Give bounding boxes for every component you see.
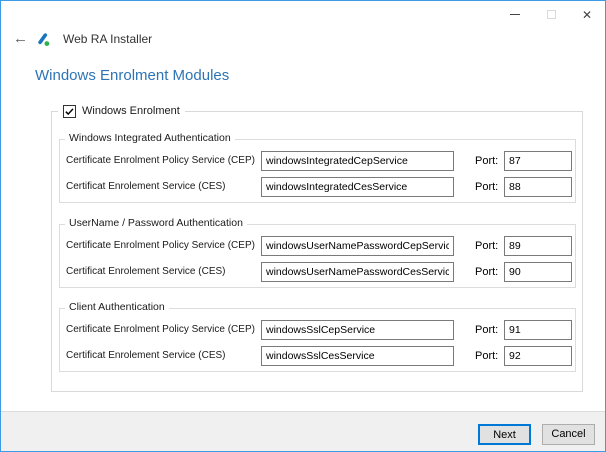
group-client-auth: Client Authentication Certificate Enrolm… bbox=[59, 308, 576, 372]
page-title: Windows Enrolment Modules bbox=[35, 67, 229, 84]
ces-label: Certificat Enrolement Service (CES) bbox=[66, 177, 226, 197]
checkmark-icon bbox=[64, 106, 75, 117]
maximize-button bbox=[533, 1, 569, 28]
integrated-cep-service-input[interactable] bbox=[261, 151, 454, 171]
cancel-button[interactable]: Cancel bbox=[542, 424, 595, 445]
ssl-ces-service-input[interactable] bbox=[261, 346, 454, 366]
userpass-cep-port-input[interactable] bbox=[504, 236, 572, 256]
cep-row: Certificate Enrolment Policy Service (CE… bbox=[66, 236, 571, 256]
app-title: Web RA Installer bbox=[59, 32, 152, 46]
footer: Next Cancel bbox=[1, 411, 605, 451]
header: ← Web RA Installer bbox=[13, 30, 152, 48]
cep-row: Certificate Enrolment Policy Service (CE… bbox=[66, 320, 571, 340]
ces-row: Certificat Enrolement Service (CES) Port… bbox=[66, 346, 571, 366]
ces-label: Certificat Enrolement Service (CES) bbox=[66, 346, 226, 366]
ssl-ces-port-input[interactable] bbox=[504, 346, 572, 366]
port-label: Port: bbox=[475, 346, 498, 366]
group-windows-integrated-auth: Windows Integrated Authentication Certif… bbox=[59, 139, 576, 203]
cep-label: Certificate Enrolment Policy Service (CE… bbox=[66, 151, 255, 171]
ssl-cep-service-input[interactable] bbox=[261, 320, 454, 340]
app-logo-icon bbox=[36, 32, 51, 47]
cep-label: Certificate Enrolment Policy Service (CE… bbox=[66, 320, 255, 340]
installer-window: ✕ ← Web RA Installer Windows Enrolment M… bbox=[0, 0, 606, 452]
ssl-cep-port-input[interactable] bbox=[504, 320, 572, 340]
back-button[interactable]: ← bbox=[13, 30, 28, 48]
cep-row: Certificate Enrolment Policy Service (CE… bbox=[66, 151, 571, 171]
ces-row: Certificat Enrolement Service (CES) Port… bbox=[66, 262, 571, 282]
group-title: Client Authentication bbox=[65, 301, 169, 313]
windows-enrolment-checkbox[interactable] bbox=[63, 105, 76, 118]
ces-row: Certificat Enrolement Service (CES) Port… bbox=[66, 177, 571, 197]
userpass-ces-port-input[interactable] bbox=[504, 262, 572, 282]
titlebar: ✕ bbox=[1, 1, 605, 29]
windows-enrolment-checkbox-label: Windows Enrolment bbox=[82, 105, 180, 117]
userpass-ces-service-input[interactable] bbox=[261, 262, 454, 282]
userpass-cep-service-input[interactable] bbox=[261, 236, 454, 256]
group-title: Windows Integrated Authentication bbox=[65, 132, 235, 144]
group-title: UserName / Password Authentication bbox=[65, 217, 247, 229]
integrated-ces-port-input[interactable] bbox=[504, 177, 572, 197]
port-label: Port: bbox=[475, 262, 498, 282]
caption-buttons: ✕ bbox=[497, 1, 605, 28]
group-username-password-auth: UserName / Password Authentication Certi… bbox=[59, 224, 576, 288]
windows-enrolment-legend: Windows Enrolment bbox=[58, 103, 185, 119]
port-label: Port: bbox=[475, 236, 498, 256]
port-label: Port: bbox=[475, 151, 498, 171]
maximize-icon bbox=[547, 10, 556, 19]
integrated-ces-service-input[interactable] bbox=[261, 177, 454, 197]
next-button[interactable]: Next bbox=[478, 424, 531, 445]
close-button[interactable]: ✕ bbox=[569, 1, 605, 28]
cep-label: Certificate Enrolment Policy Service (CE… bbox=[66, 236, 255, 256]
port-label: Port: bbox=[475, 320, 498, 340]
windows-enrolment-groupbox: Windows Enrolment Windows Integrated Aut… bbox=[51, 111, 583, 392]
port-label: Port: bbox=[475, 177, 498, 197]
close-icon: ✕ bbox=[582, 9, 592, 21]
integrated-cep-port-input[interactable] bbox=[504, 151, 572, 171]
ces-label: Certificat Enrolement Service (CES) bbox=[66, 262, 226, 282]
minimize-button[interactable] bbox=[497, 1, 533, 28]
minimize-icon bbox=[510, 14, 520, 15]
